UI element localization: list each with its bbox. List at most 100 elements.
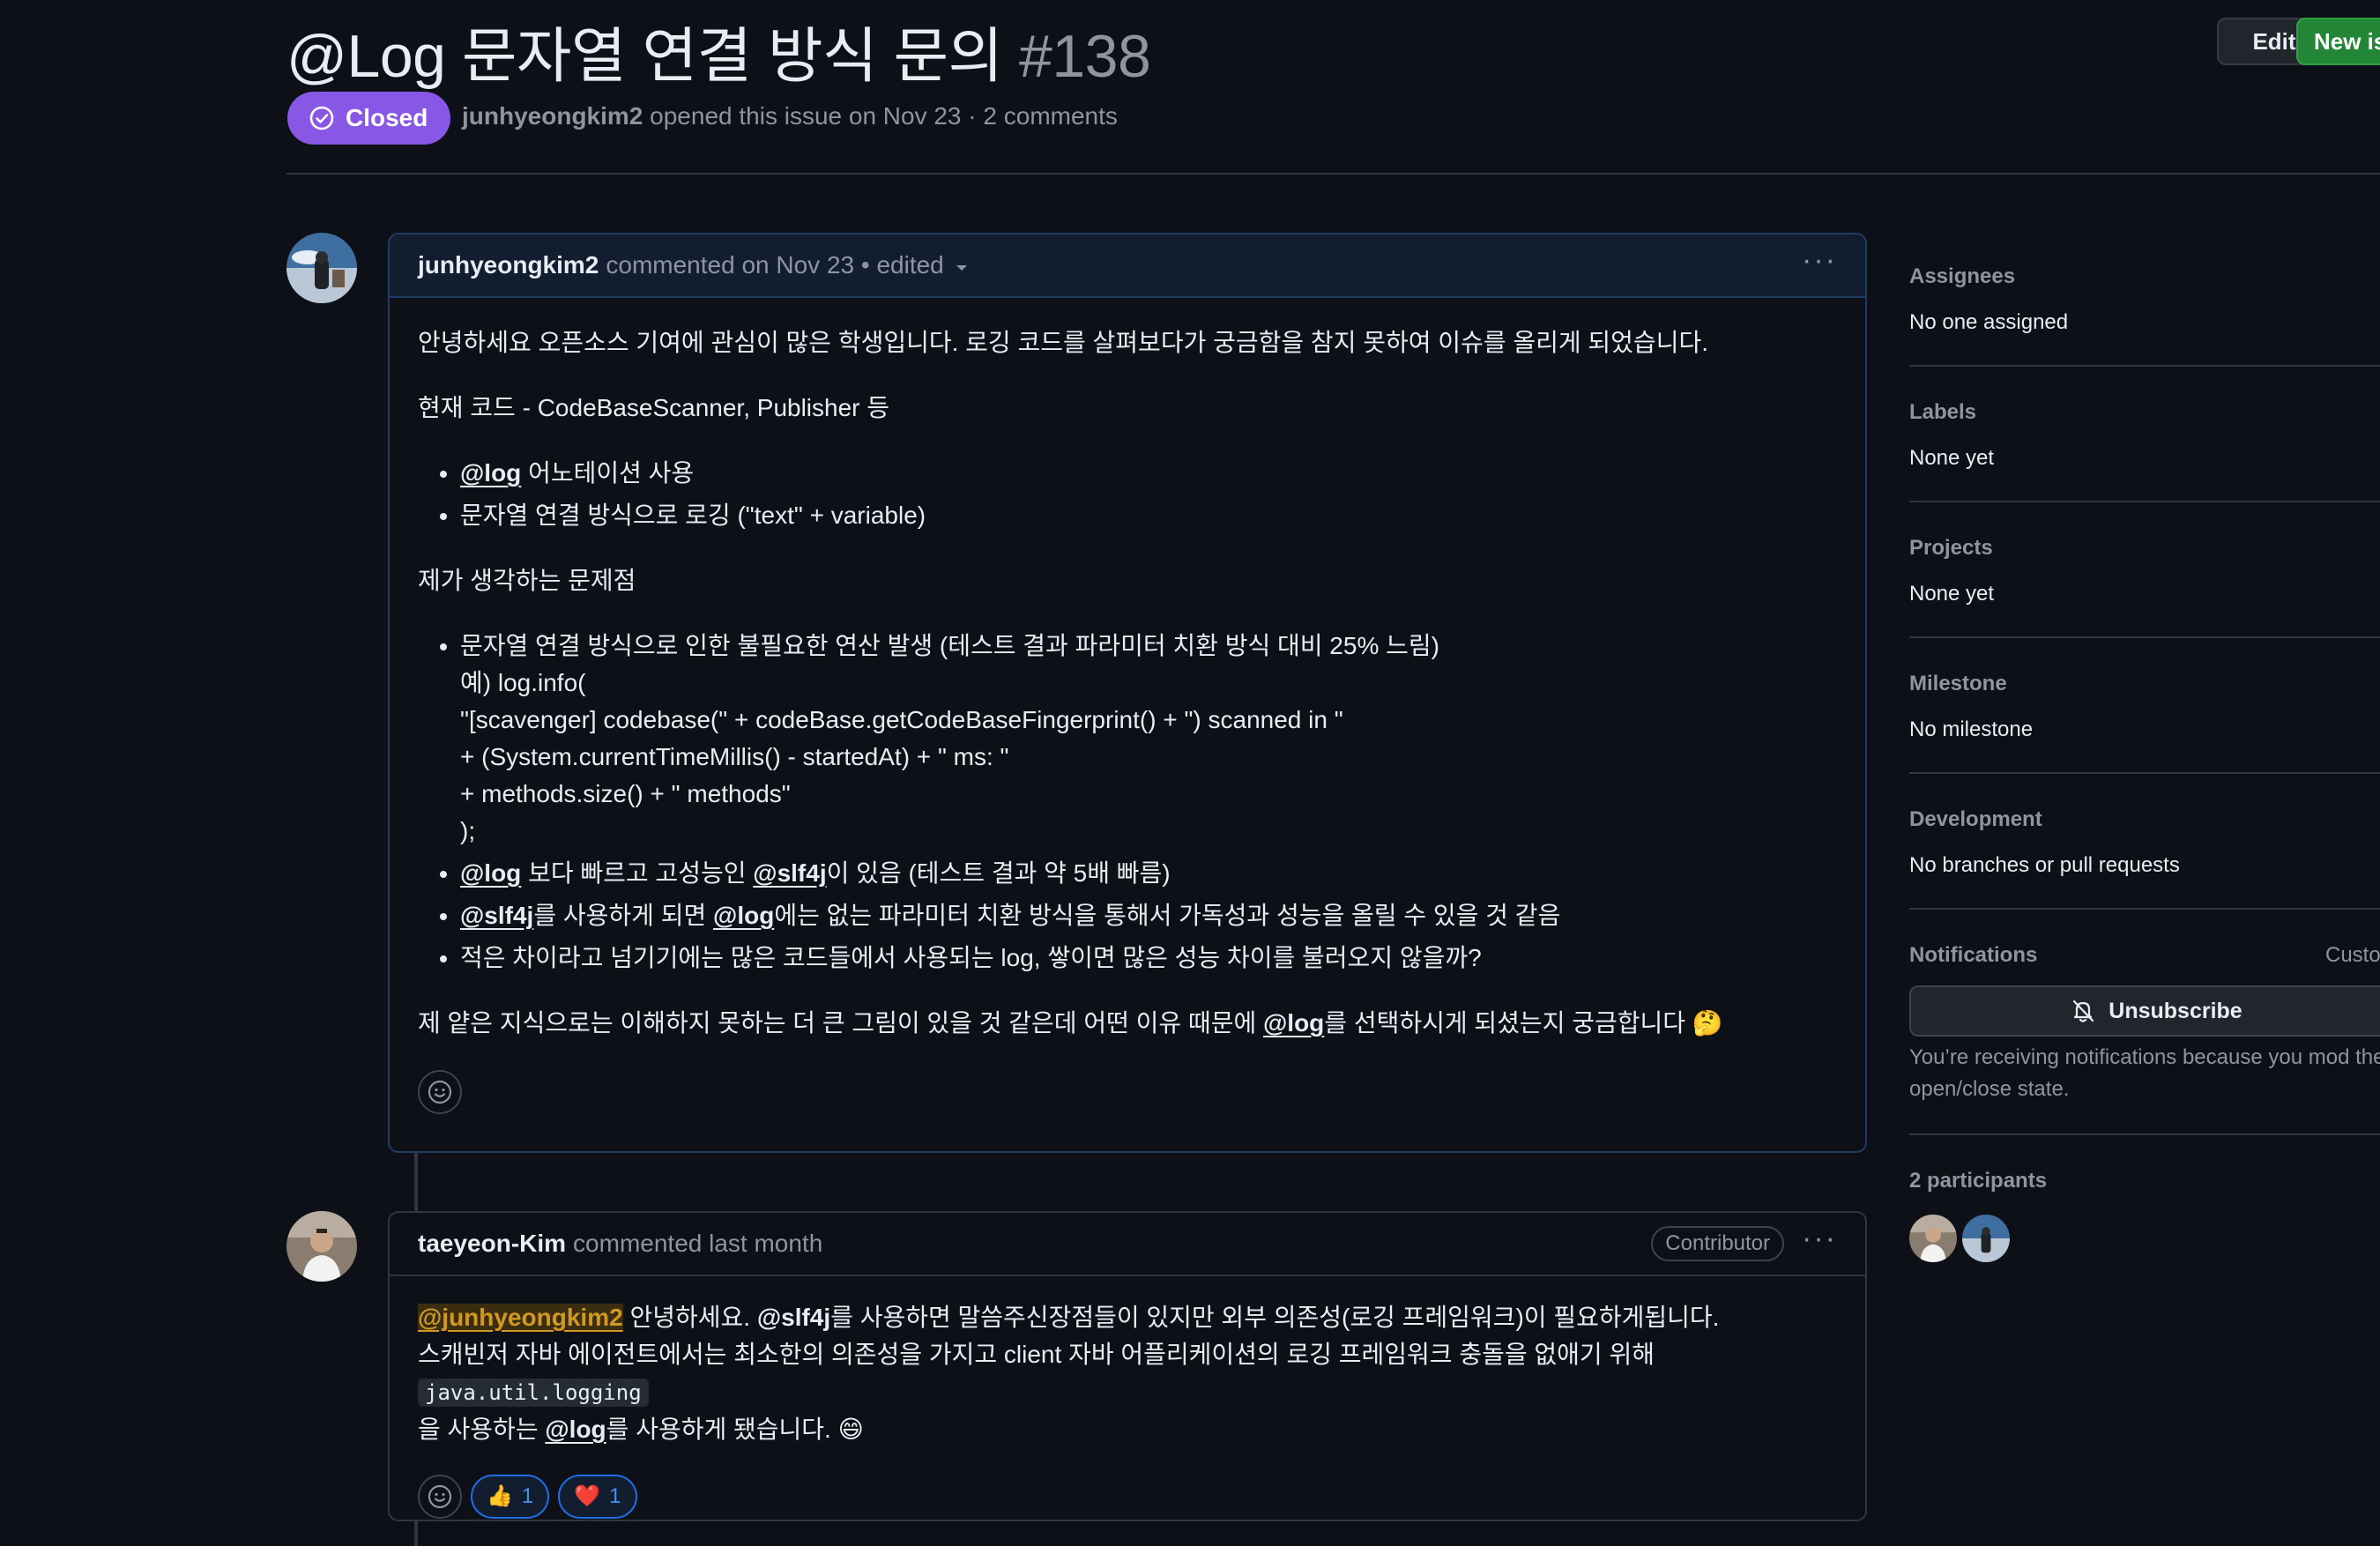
sidebar-divider — [1909, 501, 2380, 502]
assignees-label[interactable]: Assignees — [1909, 264, 2015, 289]
mention-link[interactable]: @slf4j — [757, 1304, 830, 1331]
mention-link[interactable]: @log — [1263, 1009, 1324, 1037]
list-item-line: 문자열 연결 방식으로 인한 불필요한 연산 발생 (테스트 결과 파라미터 치… — [460, 632, 1439, 659]
avatar-image — [286, 1211, 357, 1282]
participants-list — [1909, 1215, 2010, 1262]
list-item-text: 에는 없는 파라미터 치환 방식을 통해서 가독성과 성능을 올릴 수 있을 것… — [774, 902, 1561, 929]
smiley-icon — [428, 1484, 452, 1509]
unsubscribe-button[interactable]: Unsubscribe — [1909, 985, 2380, 1037]
issue-author-link[interactable]: junhyeongkim2 — [462, 102, 643, 130]
sidebar-divider — [1909, 365, 2380, 367]
list-item-text: 를 사용하게 되면 — [533, 902, 714, 929]
reaction-row: 👍 1 ❤️ 1 — [418, 1475, 1837, 1519]
kebab-menu-icon[interactable]: ··· — [1802, 1223, 1837, 1253]
avatar[interactable] — [286, 1211, 357, 1282]
contributor-badge: Contributor — [1651, 1226, 1785, 1261]
customize-link[interactable]: Custo — [2325, 943, 2380, 968]
issue-title: @Log 문자열 연결 방식 문의 #138 — [286, 7, 1151, 94]
comment-header: taeyeon-Kim commented last month Contrib… — [390, 1213, 1865, 1276]
development-value: No branches or pull requests — [1909, 853, 2180, 877]
sidebar-divider — [1909, 772, 2380, 774]
header-divider — [286, 173, 2380, 175]
comment-paragraph: 안녕하세요 오픈소스 기여에 관심이 많은 학생입니다. 로깅 코드를 살펴보다… — [418, 329, 1708, 356]
add-reaction-button[interactable] — [418, 1475, 462, 1519]
comment-list: 문자열 연결 방식으로 인한 불필요한 연산 발생 (테스트 결과 파라미터 치… — [418, 628, 1837, 977]
paragraph-text: 를 사용하면 말씀주신장점들이 있지만 외부 의존성(로깅 프레임워크)이 필요… — [830, 1304, 1720, 1331]
edited-dropdown[interactable]: edited — [876, 251, 943, 279]
list-item: @log 보다 빠르고 고성능인 @slf4j이 있음 (테스트 결과 약 5배… — [460, 855, 1837, 892]
comment-list: @log 어노테이션 사용 문자열 연결 방식으로 로깅 ("text" + v… — [418, 455, 1837, 534]
comment-paragraph: 제 얕은 지식으로는 이해하지 못하는 더 큰 그림이 있을 것 같은데 어떤 … — [418, 1005, 1837, 1042]
reaction-count: 1 — [521, 1484, 534, 1508]
avatar-image — [286, 233, 357, 303]
list-item-text: 어노테이션 사용 — [521, 459, 695, 487]
list-item: 적은 차이라고 넘기기에는 많은 코드들에서 사용되는 log, 쌓이면 많은 … — [460, 940, 1837, 977]
smiley-icon — [428, 1080, 452, 1104]
grin-emoji: 😄 — [837, 1416, 864, 1443]
projects-value: None yet — [1909, 582, 1995, 606]
projects-label[interactable]: Projects — [1909, 536, 1993, 561]
kebab-menu-icon[interactable]: ··· — [1802, 245, 1837, 275]
development-label[interactable]: Development — [1909, 807, 2042, 832]
heart-icon: ❤️ — [574, 1484, 601, 1508]
bell-slash-icon — [2073, 1000, 2094, 1022]
list-item: 문자열 연결 방식으로 로깅 ("text" + variable) — [460, 497, 1837, 534]
comment-meta: commented on Nov 23 • — [606, 251, 870, 279]
paragraph-text: 스캐빈저 자바 에이전트에서는 최소한의 의존성을 가지고 client 자바 … — [418, 1341, 1655, 1368]
milestone-label[interactable]: Milestone — [1909, 672, 2007, 696]
list-item-line: + methods.size() + " methods" — [460, 780, 791, 807]
reaction-count: 1 — [609, 1484, 621, 1508]
mention-link[interactable]: @log — [545, 1416, 606, 1443]
list-item: @slf4j를 사용하게 되면 @log에는 없는 파라미터 치환 방식을 통해… — [460, 897, 1837, 934]
mention-link[interactable]: @log — [713, 902, 774, 929]
issue-meta-text: opened this issue on Nov 23 · 2 comments — [650, 102, 1118, 130]
comment-card: taeyeon-Kim commented last month Contrib… — [388, 1211, 1867, 1521]
notifications-label: Notifications — [1909, 943, 2038, 967]
participant-avatar[interactable] — [1962, 1215, 2010, 1262]
notification-reason: You’re receiving notifications because y… — [1909, 1045, 2380, 1101]
labels-label[interactable]: Labels — [1909, 400, 1976, 425]
participant-avatar[interactable] — [1909, 1215, 1957, 1262]
mention-link[interactable]: @slf4j — [460, 902, 533, 929]
avatar-image — [1962, 1215, 2010, 1262]
paragraph-text: 안녕하세요. — [622, 1304, 757, 1331]
sidebar-divider — [1909, 908, 2380, 910]
mention-link[interactable]: @slf4j — [753, 859, 826, 887]
comment-card: junhyeongkim2 commented on Nov 23 • edit… — [388, 233, 1867, 1153]
comment-paragraph: @junhyeongkim2 안녕하세요. @slf4j를 사용하면 말씀주신장… — [418, 1299, 1837, 1448]
issue-number: #138 — [1019, 23, 1151, 90]
thumbs-up-icon: 👍 — [487, 1484, 513, 1508]
mention-link[interactable]: @junhyeongkim2 — [418, 1304, 623, 1331]
sidebar-divider — [1909, 636, 2380, 638]
new-issue-button[interactable]: New is — [2296, 18, 2380, 65]
paragraph-text: 을 사용하는 — [418, 1416, 546, 1443]
chevron-down-icon[interactable] — [953, 258, 971, 276]
comment-body: 안녕하세요 오픈소스 기여에 관심이 많은 학생입니다. 로깅 코드를 살펴보다… — [390, 298, 1865, 1132]
list-item-line: ); — [460, 817, 476, 844]
status-label: Closed — [346, 104, 428, 131]
mention-link[interactable]: @log — [460, 459, 521, 487]
unsubscribe-label: Unsubscribe — [2109, 998, 2242, 1023]
issue-title-text: @Log 문자열 연결 방식 문의 — [286, 23, 1003, 90]
comment-meta: commented last month — [573, 1230, 823, 1257]
check-circle-icon — [309, 106, 334, 130]
inline-code: java.util.logging — [418, 1379, 649, 1407]
comment-header: junhyeongkim2 commented on Nov 23 • edit… — [390, 234, 1865, 298]
thinking-emoji: 🤔 — [1692, 1009, 1723, 1037]
paragraph-text: 제 얕은 지식으로는 이해하지 못하는 더 큰 그림이 있을 것 같은데 어떤 … — [418, 1009, 1263, 1037]
sidebar-divider — [1909, 1133, 2380, 1135]
assignees-value: No one assigned — [1909, 310, 2069, 334]
heart-reaction[interactable]: ❤️ 1 — [558, 1475, 637, 1519]
mention-link[interactable]: @log — [460, 859, 521, 887]
list-item-text: 이 있음 (테스트 결과 약 5배 빠름) — [826, 859, 1171, 887]
comment-author[interactable]: junhyeongkim2 — [418, 251, 599, 279]
timeline-line — [414, 1153, 418, 1215]
add-reaction-button[interactable] — [418, 1070, 462, 1114]
participants-label: 2 participants — [1909, 1169, 2048, 1193]
list-item-line: "[scavenger] codebase(" + codeBase.getCo… — [460, 706, 1343, 733]
comment-author[interactable]: taeyeon-Kim — [418, 1230, 566, 1258]
avatar[interactable] — [286, 233, 357, 303]
thumbs-up-reaction[interactable]: 👍 1 — [471, 1475, 550, 1519]
comment-paragraph: 제가 생각하는 문제점 — [418, 567, 636, 594]
paragraph-text: 를 사용하게 됐습니다. — [606, 1416, 838, 1443]
